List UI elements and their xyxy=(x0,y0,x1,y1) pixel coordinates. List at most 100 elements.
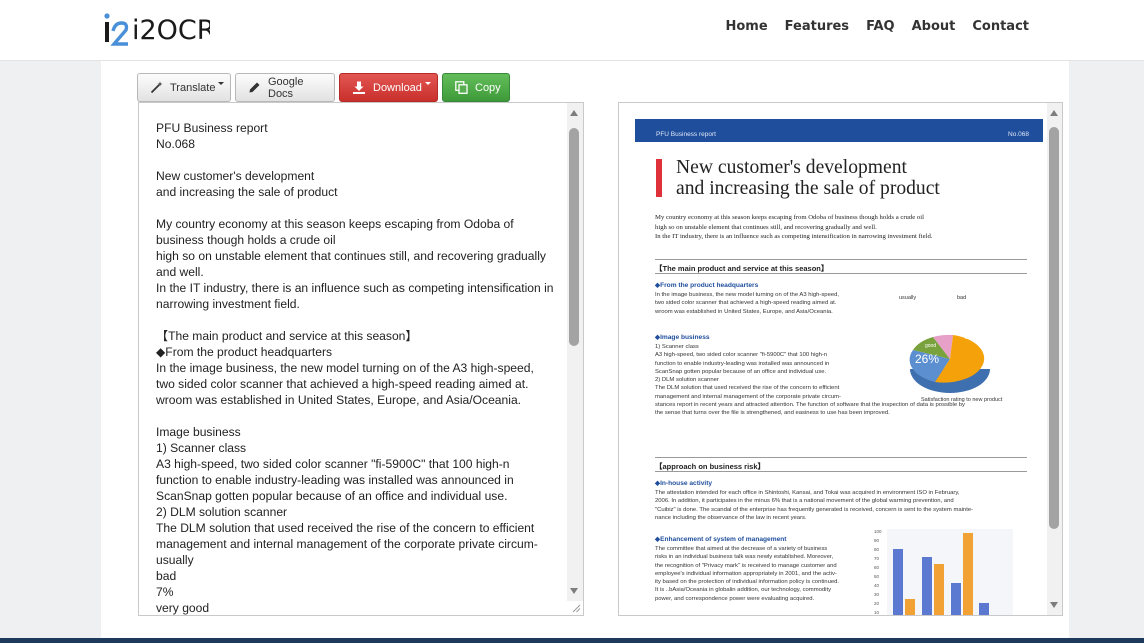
site-logo[interactable]: i2OCR xyxy=(104,12,210,54)
ocr-text-line: wroom was established in United States, … xyxy=(156,393,522,407)
ocr-text-line: The DLM solution that used received the … xyxy=(156,521,535,535)
image-scrollbar[interactable] xyxy=(1047,103,1062,615)
ocr-text-area[interactable]: PFU Business report No.068 New customer's … xyxy=(138,102,584,616)
doc-paragraph-line: The committee that aimed at the decrease… xyxy=(655,546,828,552)
ocr-text-line: very good xyxy=(156,601,210,615)
bar-chart-figure: 100 90 80 70 60 50 40 30 20 10 xyxy=(874,529,1013,615)
scroll-up-arrow-icon[interactable] xyxy=(1050,110,1058,116)
doc-paragraph-line: "Cuibiz" is done. The scandal of the ent… xyxy=(655,506,974,513)
ocr-text-line: PFU Business report xyxy=(156,121,268,135)
pie-caption: Satisfaction rating to new product xyxy=(921,397,1003,403)
scrollbar-thumb[interactable] xyxy=(1049,127,1059,529)
nav-contact[interactable]: Contact xyxy=(972,19,1029,34)
nav-about[interactable]: About xyxy=(912,19,956,34)
logo-text: i2OCR xyxy=(132,15,210,46)
ocr-text-line: management and internal management of th… xyxy=(156,537,538,551)
main-nav: Home Features FAQ About Contact xyxy=(725,19,1029,34)
ocr-text-line: 7% xyxy=(156,585,174,599)
copy-icon xyxy=(455,81,468,94)
bar-axis-tick-label: 10 xyxy=(874,610,880,615)
doc-intro: My country economy at this season keeps … xyxy=(655,213,932,242)
scroll-down-arrow-icon[interactable] xyxy=(570,588,578,594)
doc-paragraph-line: nance including the observance of the la… xyxy=(655,514,807,521)
doc-divider xyxy=(655,259,1027,260)
pie-value-usually: 20% xyxy=(897,318,921,332)
nav-faq[interactable]: FAQ xyxy=(866,19,895,34)
ocr-text-line: 1) Scanner class xyxy=(156,441,247,455)
doc-paragraph-line: 2006. In addition, it participates in th… xyxy=(655,498,954,505)
pie-label-good: good xyxy=(925,343,936,349)
scroll-up-arrow-icon[interactable] xyxy=(570,110,578,116)
copy-button[interactable]: Copy xyxy=(442,73,510,102)
pie-label-usually: usually xyxy=(899,295,916,301)
scrollbar-thumb[interactable] xyxy=(569,128,579,346)
bar-axis-tick-label: 70 xyxy=(874,556,880,561)
nav-features[interactable]: Features xyxy=(785,19,849,34)
ocr-text-line: high so on unstable element that continu… xyxy=(156,249,546,263)
bar-axis-tick-label: 50 xyxy=(874,574,880,579)
doc-paragraph-line: It is ..bAsia/Oceania in globalin additi… xyxy=(655,587,832,594)
google-docs-button[interactable]: Google Docs xyxy=(235,73,335,102)
doc-paragraph-line: power, and correspondence power were eva… xyxy=(655,595,815,602)
bar-axis-tick-label: 90 xyxy=(874,538,880,543)
result-toolbar: Translate Google Docs Download Copy xyxy=(137,73,510,102)
ocr-text-lines: PFU Business report No.068 New customer's … xyxy=(156,120,561,615)
doc-intro-line: In the IT industry, there is an influenc… xyxy=(655,233,933,240)
copy-label: Copy xyxy=(475,81,501,94)
ocr-text-line: New customer's development xyxy=(156,169,315,183)
ocr-text-line: bad xyxy=(156,569,177,583)
ocr-text-line: and well. xyxy=(156,265,204,279)
bar xyxy=(905,599,915,615)
doc-title-line: New customer's development xyxy=(676,157,907,178)
pie-label-bad: bad xyxy=(957,295,966,301)
doc-intro-line: high so on unstable element that continu… xyxy=(655,223,877,231)
ocr-text-line: 【The main product and service at this se… xyxy=(156,329,418,343)
doc-intro-line: My country economy at this season keeps … xyxy=(655,214,924,221)
image-preview-panel: PFU Business report No.068 New customer'… xyxy=(618,102,1063,616)
bar-chart-axis: 100 90 80 70 60 50 40 30 20 10 xyxy=(874,529,882,615)
doc-paragraph-line: employee's individual information approp… xyxy=(655,570,837,577)
doc-title: New customer's development and increasin… xyxy=(676,157,940,199)
download-button[interactable]: Download xyxy=(339,73,438,102)
google-docs-label: Google Docs xyxy=(268,75,304,100)
bar xyxy=(893,549,903,615)
bar xyxy=(951,583,961,615)
scanned-document: PFU Business report No.068 New customer'… xyxy=(635,119,1043,615)
scroll-down-arrow-icon[interactable] xyxy=(1050,602,1058,608)
doc-paragraph-line: ity based on the protection of individua… xyxy=(655,579,840,586)
text-scrollbar[interactable] xyxy=(567,103,583,601)
ocr-text-line: My country economy at this season keeps … xyxy=(156,217,514,231)
doc-subheading: ◆Image business xyxy=(655,334,710,341)
doc-paragraph-line: The attestation intended for each office… xyxy=(655,490,960,496)
download-icon xyxy=(352,81,366,94)
site-header: i2OCR Home Features FAQ About Contact xyxy=(0,0,1144,61)
doc-paragraph-line: the recognition of "Privacy mark" is rec… xyxy=(655,562,837,569)
ocr-text-line: A3 high-speed, two sided color scanner "… xyxy=(156,457,510,471)
resize-grip-icon[interactable] xyxy=(571,603,581,613)
bar xyxy=(934,564,944,615)
bar xyxy=(979,603,989,615)
ocr-text-line xyxy=(156,200,561,216)
ocr-text-line xyxy=(156,408,561,424)
ocr-text-line xyxy=(156,152,561,168)
doc-paragraph-line: risks in an individual business talk was… xyxy=(655,554,834,561)
ocr-text-line: Image business xyxy=(156,425,241,439)
nav-home[interactable]: Home xyxy=(725,19,767,34)
doc-paragraph: The committee that aimed at the decrease… xyxy=(655,545,839,603)
doc-divider xyxy=(655,273,1027,274)
pie-value-good: 26% xyxy=(915,352,939,366)
ocr-text-line: In the image business, the new model tur… xyxy=(156,361,534,375)
download-label: Download xyxy=(373,81,422,94)
doc-paragraph-line: wroom was established in United States, … xyxy=(655,308,833,315)
doc-divider xyxy=(655,457,1027,458)
translate-button[interactable]: Translate xyxy=(137,73,231,102)
ocr-text-line: ◆From the product headquarters xyxy=(156,345,333,359)
pencil-icon xyxy=(248,81,261,94)
ocr-text-line: and increasing the sale of product xyxy=(156,185,338,199)
translate-label: Translate xyxy=(170,81,216,94)
magic-wand-icon xyxy=(150,81,163,94)
doc-title-accent xyxy=(656,159,662,197)
ocr-text-line: business though holds a crude oil xyxy=(156,233,336,247)
ocr-text-line: usually xyxy=(156,553,194,567)
doc-paragraph-line: In the image business, the new model tur… xyxy=(655,292,840,298)
